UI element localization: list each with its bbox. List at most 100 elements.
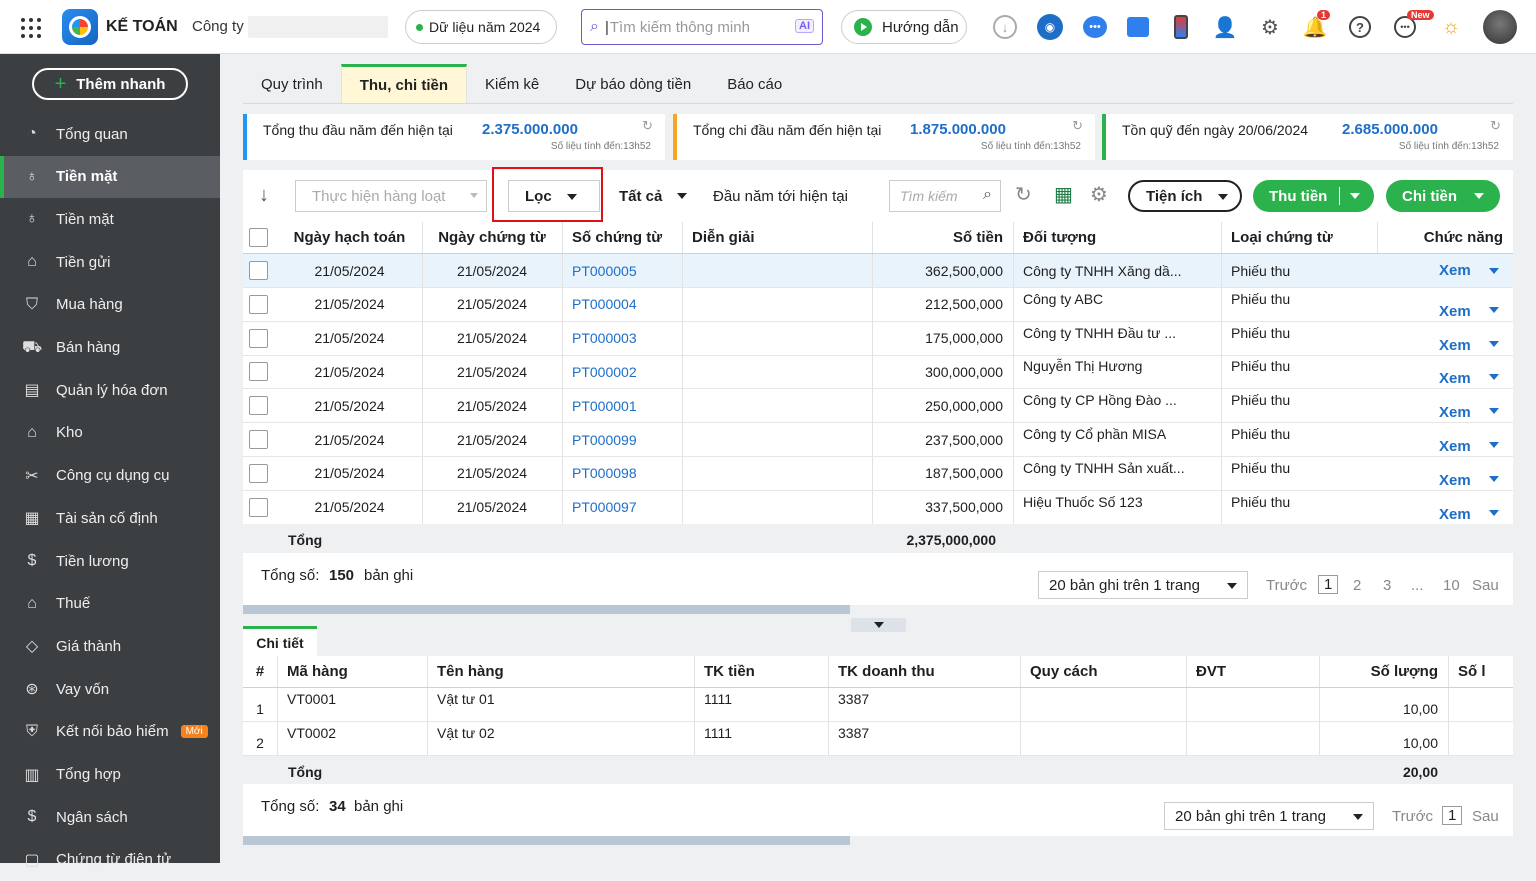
column-header[interactable]: Đối tượng <box>1023 222 1211 253</box>
detail-horizontal-scrollbar[interactable] <box>243 836 850 845</box>
column-header[interactable]: Số chứng từ <box>572 222 672 253</box>
detail-column-header[interactable]: Số l <box>1458 656 1503 687</box>
refresh-icon[interactable]: ↻ <box>1490 118 1501 134</box>
page-button[interactable]: 2 <box>1353 577 1361 594</box>
utility-dropdown-button[interactable]: Tiện ích <box>1128 180 1242 212</box>
detail-page-size-select[interactable]: 20 bản ghi trên 1 trang <box>1164 802 1374 830</box>
app-launcher-icon[interactable] <box>18 15 42 39</box>
row-checkbox[interactable] <box>249 497 268 517</box>
sidebar-item[interactable]: $ Ngân sách <box>0 796 220 838</box>
detail-prev-page-button[interactable]: Trước <box>1392 808 1433 825</box>
chevron-down-icon[interactable] <box>1474 193 1484 199</box>
sidebar-item[interactable]: ♁ Tiền mặt <box>0 155 220 198</box>
detail-column-header[interactable]: Quy cách <box>1030 656 1176 687</box>
receive-money-button[interactable]: Thu tiền <box>1253 180 1374 212</box>
view-link[interactable]: Xem <box>1439 389 1479 422</box>
detail-column-header[interactable]: Tên hàng <box>437 656 684 687</box>
download-icon[interactable]: ↓ <box>990 12 1020 42</box>
row-checkbox[interactable] <box>249 294 268 314</box>
chat-icon[interactable]: ••• <box>1080 12 1110 42</box>
view-link[interactable]: Xem <box>1439 355 1479 388</box>
view-link[interactable]: Xem <box>1439 254 1479 287</box>
tab-3[interactable]: Dự báo dòng tiền <box>557 64 709 104</box>
table-row[interactable]: 21/05/2024 21/05/2024 PT000004 212,500,000 C… <box>243 287 1513 322</box>
sort-arrow-icon[interactable]: ↓ <box>259 184 269 207</box>
tab-1[interactable]: Thu, chi tiền <box>340 64 468 104</box>
chevron-down-icon[interactable] <box>1489 374 1499 381</box>
page-size-select[interactable]: 20 bản ghi trên 1 trang <box>1038 571 1248 599</box>
chevron-down-icon[interactable] <box>1489 475 1499 482</box>
cell-doc-no[interactable]: PT000001 <box>572 389 672 422</box>
sidebar-item[interactable]: ◔ Tổng quan <box>0 113 220 155</box>
chevron-down-icon[interactable] <box>1489 306 1499 313</box>
refresh-icon[interactable]: ↻ <box>1015 182 1032 207</box>
page-button[interactable]: 3 <box>1383 577 1391 594</box>
collapse-detail-handle[interactable] <box>851 618 906 632</box>
guide-button[interactable]: Hướng dẫn <box>841 10 967 44</box>
sidebar-item[interactable]: ✂ Công cụ dụng cụ <box>0 455 220 497</box>
chevron-down-icon[interactable] <box>1489 268 1499 274</box>
table-row[interactable]: 21/05/2024 21/05/2024 PT000099 237,500,000 C… <box>243 423 1513 457</box>
sidebar-item[interactable]: ⌂ Kho <box>0 412 220 454</box>
quick-add-button[interactable]: + Thêm nhanh <box>32 68 188 100</box>
table-row[interactable]: 21/05/2024 21/05/2024 PT000001 250,000,000 C… <box>243 389 1513 424</box>
cell-doc-no[interactable]: PT000099 <box>572 423 672 456</box>
next-page-button[interactable]: Sau <box>1472 577 1499 594</box>
chevron-down-icon[interactable] <box>1489 509 1499 516</box>
company-label[interactable]: Công ty <box>192 18 244 35</box>
row-checkbox[interactable] <box>249 261 268 280</box>
chevron-down-icon[interactable] <box>1489 408 1499 415</box>
detail-row[interactable]: 1 VT0001 Vật tư 01 1111 3387 10,00 <box>243 688 1513 722</box>
tab-4[interactable]: Báo cáo <box>709 64 800 104</box>
column-header[interactable]: Ngày chứng từ <box>432 222 552 253</box>
column-header[interactable]: Diễn giải <box>692 222 862 253</box>
detail-column-header[interactable]: # <box>243 656 277 687</box>
tab-0[interactable]: Quy trình <box>243 64 341 104</box>
view-link[interactable]: Xem <box>1439 457 1479 490</box>
sidebar-item[interactable]: ▤ Quản lý hóa đơn <box>0 369 220 411</box>
table-row[interactable]: 21/05/2024 21/05/2024 PT000003 175,000,000 C… <box>243 321 1513 356</box>
sidebar-item[interactable]: ♁ Tiền mặt <box>0 198 220 240</box>
sidebar-item[interactable]: ⊛ Vay vốn <box>0 668 220 710</box>
view-link[interactable]: Xem <box>1439 322 1479 355</box>
detail-column-header[interactable]: TK doanh thu <box>838 656 1010 687</box>
user-avatar[interactable] <box>1483 10 1517 44</box>
refresh-icon[interactable]: ↻ <box>642 118 653 134</box>
column-header[interactable]: Chức năng <box>1387 222 1503 253</box>
table-row[interactable]: 21/05/2024 21/05/2024 PT000097 337,500,000 H… <box>243 490 1513 525</box>
column-header[interactable]: Loại chứng từ <box>1231 222 1367 253</box>
store-icon[interactable] <box>1123 12 1153 42</box>
table-row[interactable]: 21/05/2024 21/05/2024 PT000005 362,500,000 C… <box>243 254 1513 288</box>
detail-column-header[interactable]: TK tiền <box>704 656 818 687</box>
cell-doc-no[interactable]: PT000005 <box>572 254 672 287</box>
sidebar-item[interactable]: ⌂ Tiền gửi <box>0 241 220 283</box>
sidebar-item[interactable]: ▥ Tổng hợp <box>0 754 220 796</box>
smart-search-input[interactable]: ⌕ | Tìm kiếm thông minh AI <box>581 9 823 45</box>
refresh-icon[interactable]: ↻ <box>1072 118 1083 134</box>
batch-action-dropdown[interactable]: Thực hiện hàng loạt <box>295 180 487 212</box>
whats-new-icon[interactable]: ☼ <box>1436 12 1466 42</box>
cell-doc-no[interactable]: PT000004 <box>572 288 672 321</box>
detail-column-header[interactable]: ĐVT <box>1196 656 1309 687</box>
data-year-selector[interactable]: Dữ liệu năm 2024 <box>405 10 557 44</box>
sidebar-item[interactable]: ▦ Tài sản cố định <box>0 497 220 539</box>
current-page[interactable]: 1 <box>1318 575 1339 594</box>
detail-column-header[interactable]: Mã hàng <box>287 656 417 687</box>
assistant-bot-icon[interactable]: ◉ <box>1035 12 1065 42</box>
sidebar-item[interactable]: ⛟ Bán hàng <box>0 327 220 369</box>
cell-doc-no[interactable]: PT000097 <box>572 491 672 524</box>
row-checkbox[interactable] <box>249 362 268 382</box>
cell-doc-no[interactable]: PT000098 <box>572 457 672 490</box>
column-header[interactable]: Ngày hạch toán <box>287 222 412 253</box>
scope-dropdown[interactable]: Tất cả <box>608 180 700 212</box>
page-button[interactable]: 10 <box>1443 577 1460 594</box>
row-checkbox[interactable] <box>249 430 268 449</box>
row-checkbox[interactable] <box>249 396 268 416</box>
sidebar-item[interactable]: ⛨ Kết nối bảo hiểm Mới <box>0 711 220 753</box>
settings-gear-icon[interactable]: ⚙ <box>1255 12 1285 42</box>
help-icon[interactable]: ? <box>1345 12 1375 42</box>
view-link[interactable]: Xem <box>1439 423 1479 456</box>
sidebar-item[interactable]: ▢ Chứng từ điện tử <box>0 839 220 881</box>
app-logo[interactable] <box>62 9 98 45</box>
table-row[interactable]: 21/05/2024 21/05/2024 PT000002 300,000,000 N… <box>243 355 1513 390</box>
